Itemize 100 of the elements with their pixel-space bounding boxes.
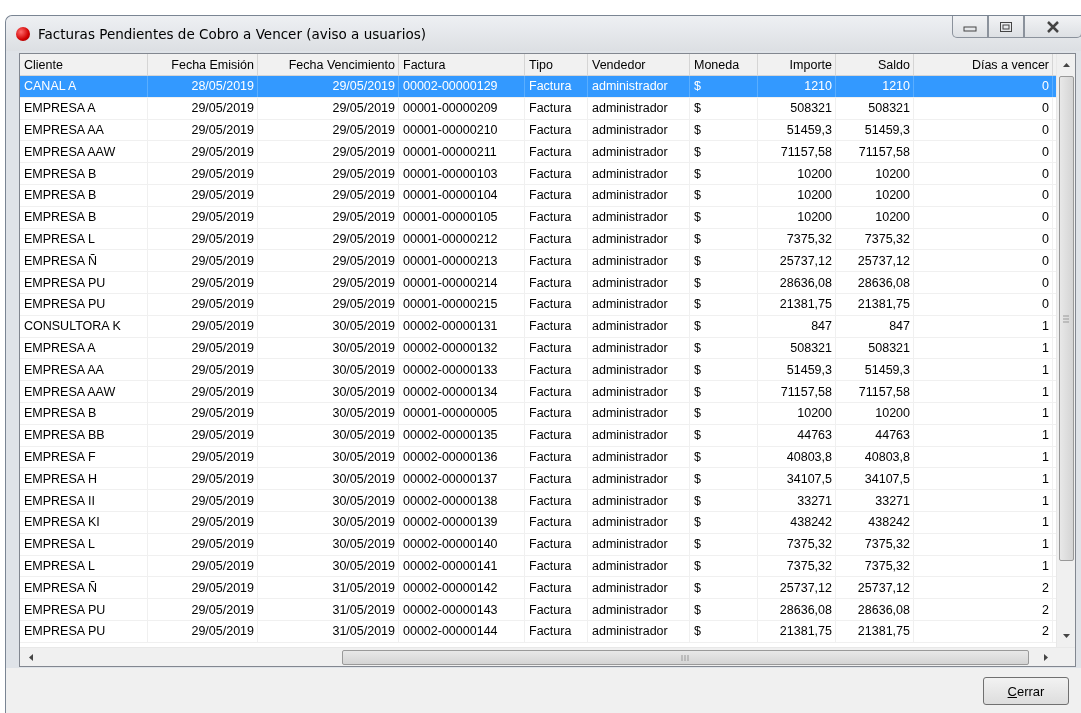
maximize-button[interactable] bbox=[988, 16, 1024, 38]
table-cell: 29/05/2019 bbox=[191, 231, 254, 246]
table-row[interactable]: EMPRESA II 29/05/2019 30/05/2019 00002-00000138 Factura administrador $ 33271 33271 1 bbox=[20, 490, 1056, 512]
table-cell: administrador bbox=[592, 231, 668, 246]
table-cell: 28636,08 bbox=[857, 275, 910, 290]
table-cell: EMPRESA Ñ bbox=[24, 580, 97, 595]
table-row[interactable]: EMPRESA L 29/05/2019 30/05/2019 00002-00000140 Factura administrador $ 7375,32 7375,32 1 bbox=[20, 533, 1056, 556]
table-cell: administrador bbox=[592, 406, 668, 421]
table-cell: CONSULTORA K bbox=[24, 319, 121, 334]
table-cell: 1 bbox=[1042, 428, 1049, 443]
table-cell: 00001-00000211 bbox=[403, 144, 497, 159]
table-cell: EMPRESA II bbox=[24, 493, 95, 508]
table-cell: 00002-00000141 bbox=[403, 558, 498, 573]
column-header[interactable]: Saldo bbox=[836, 54, 914, 75]
table-row[interactable]: EMPRESA B 29/05/2019 29/05/2019 00001-00000103 Factura administrador $ 10200 10200 0 bbox=[20, 163, 1056, 185]
table-row[interactable]: EMPRESA BB 29/05/2019 30/05/2019 00002-00000135 Factura administrador $ 44763 44763 1 bbox=[20, 424, 1056, 447]
grip-icon bbox=[680, 653, 691, 661]
table-row[interactable]: EMPRESA Ñ 29/05/2019 29/05/2019 00001-00000213 Factura administrador $ 25737,12 25737,12 0 bbox=[20, 250, 1056, 273]
table-cell: 00002-00000129 bbox=[403, 79, 498, 94]
table-cell: 29/05/2019 bbox=[191, 210, 254, 225]
table-cell: 1 bbox=[1042, 537, 1049, 552]
table-row[interactable]: EMPRESA AA 29/05/2019 30/05/2019 00002-00000133 Factura administrador $ 51459,3 51459,3 1 bbox=[20, 359, 1056, 382]
table-cell: $ bbox=[694, 624, 701, 639]
table-cell: 29/05/2019 bbox=[191, 624, 254, 639]
table-cell: $ bbox=[694, 362, 701, 377]
table-cell: EMPRESA PU bbox=[24, 624, 106, 639]
table-cell: 1 bbox=[1042, 319, 1049, 334]
table-cell: $ bbox=[694, 166, 701, 181]
table-row[interactable]: EMPRESA PU 29/05/2019 29/05/2019 00001-00000215 Factura administrador $ 21381,75 21381,75 0 bbox=[20, 293, 1056, 316]
table-cell: 10200 bbox=[797, 210, 832, 225]
horizontal-scrollbar[interactable] bbox=[20, 647, 1075, 666]
column-header[interactable]: Importe bbox=[758, 54, 836, 75]
column-header[interactable]: Días a vencer bbox=[914, 54, 1053, 75]
table-cell: 1 bbox=[1042, 384, 1049, 399]
table-cell: 29/05/2019 bbox=[191, 101, 254, 116]
table-row[interactable]: EMPRESA PU 29/05/2019 31/05/2019 00002-00000144 Factura administrador $ 21381,75 21381,75 2 bbox=[20, 620, 1056, 643]
table-row[interactable]: EMPRESA Ñ 29/05/2019 31/05/2019 00002-00000142 Factura administrador $ 25737,12 25737,12 2 bbox=[20, 577, 1056, 600]
table-cell: 30/05/2019 bbox=[332, 406, 395, 421]
table-cell: $ bbox=[694, 471, 701, 486]
table-row[interactable]: EMPRESA PU 29/05/2019 31/05/2019 00002-00000143 Factura administrador $ 28636,08 28636,08 2 bbox=[20, 599, 1056, 621]
table-cell: Factura bbox=[529, 537, 572, 552]
table-row[interactable]: EMPRESA A 29/05/2019 29/05/2019 00001-00000209 Factura administrador $ 508321 508321 0 bbox=[20, 97, 1056, 120]
table-cell: 29/05/2019 bbox=[332, 166, 395, 181]
close-button[interactable]: Cerrar bbox=[983, 677, 1069, 705]
column-header[interactable]: Fecha Emisión bbox=[148, 54, 258, 75]
table-cell: administrador bbox=[592, 362, 668, 377]
table-row[interactable]: EMPRESA AA 29/05/2019 29/05/2019 00001-00000210 Factura administrador $ 51459,3 51459,3 0 bbox=[20, 119, 1056, 142]
close-button[interactable] bbox=[1024, 16, 1081, 38]
table-cell: Factura bbox=[529, 624, 572, 639]
table-cell: administrador bbox=[592, 166, 668, 181]
table-cell: EMPRESA L bbox=[24, 537, 95, 552]
table-cell: Factura bbox=[529, 493, 572, 508]
table-cell: EMPRESA AAW bbox=[24, 384, 116, 399]
column-header[interactable]: Factura bbox=[399, 54, 525, 75]
table-cell: 21381,75 bbox=[857, 297, 910, 312]
table-cell: 0 bbox=[1042, 210, 1049, 225]
table-cell: 00001-00000005 bbox=[403, 406, 498, 421]
table-cell: 00002-00000143 bbox=[403, 602, 498, 617]
table-row[interactable]: EMPRESA AAW 29/05/2019 30/05/2019 00002-00000134 Factura administrador $ 71157,58 71157,58 1 bbox=[20, 381, 1056, 403]
table-cell: 30/05/2019 bbox=[332, 319, 395, 334]
close-icon bbox=[1045, 20, 1061, 33]
table-cell: Factura bbox=[529, 297, 572, 312]
table-cell: 33271 bbox=[875, 493, 910, 508]
table-cell: EMPRESA KI bbox=[24, 515, 100, 530]
column-header[interactable]: Fecha Vencimiento bbox=[258, 54, 399, 75]
table-row[interactable]: EMPRESA AAW 29/05/2019 29/05/2019 00001-00000211 Factura administrador $ 71157,58 71157,58 0 bbox=[20, 141, 1056, 164]
table-cell: administrador bbox=[592, 79, 668, 94]
column-header[interactable]: Tipo bbox=[525, 54, 588, 75]
table-row[interactable]: EMPRESA H 29/05/2019 30/05/2019 00002-00000137 Factura administrador $ 34107,5 34107,5 1 bbox=[20, 468, 1056, 491]
table-cell: 29/05/2019 bbox=[191, 384, 254, 399]
table-cell: 2 bbox=[1042, 580, 1049, 595]
column-header[interactable]: Moneda bbox=[690, 54, 758, 75]
table-row[interactable]: EMPRESA A 29/05/2019 30/05/2019 00002-00000132 Factura administrador $ 508321 508321 1 bbox=[20, 337, 1056, 360]
vertical-scrollbar[interactable] bbox=[1056, 54, 1075, 647]
table-row[interactable]: EMPRESA B 29/05/2019 29/05/2019 00001-00000105 Factura administrador $ 10200 10200 0 bbox=[20, 206, 1056, 229]
table-row[interactable]: EMPRESA PU 29/05/2019 29/05/2019 00001-00000214 Factura administrador $ 28636,08 28636,08 0 bbox=[20, 272, 1056, 294]
table-row[interactable]: EMPRESA B 29/05/2019 29/05/2019 00001-00000104 Factura administrador $ 10200 10200 0 bbox=[20, 185, 1056, 207]
table-cell: 10200 bbox=[875, 210, 910, 225]
table-row[interactable]: EMPRESA F 29/05/2019 30/05/2019 00002-00000136 Factura administrador $ 40803,8 40803,8 1 bbox=[20, 446, 1056, 469]
table-cell: 00001-00000104 bbox=[403, 188, 498, 203]
table-cell: 2 bbox=[1042, 602, 1049, 617]
table-row[interactable]: EMPRESA B 29/05/2019 30/05/2019 00001-00000005 Factura administrador $ 10200 10200 1 bbox=[20, 402, 1056, 425]
table-cell: 10200 bbox=[875, 166, 910, 181]
column-header[interactable]: Vendedor bbox=[588, 54, 690, 75]
table-cell: Factura bbox=[529, 79, 572, 94]
table-row[interactable]: EMPRESA L 29/05/2019 30/05/2019 00002-00000141 Factura administrador $ 7375,32 7375,32 1 bbox=[20, 555, 1056, 578]
table-cell: $ bbox=[694, 558, 701, 573]
table-cell: Factura bbox=[529, 231, 572, 246]
table-cell: 29/05/2019 bbox=[191, 449, 254, 464]
table-row[interactable]: CONSULTORA K 29/05/2019 30/05/2019 00002-00000131 Factura administrador $ 847 847 1 bbox=[20, 315, 1056, 338]
column-header[interactable]: Cliente bbox=[20, 54, 148, 75]
table-cell: 25737,12 bbox=[857, 253, 910, 268]
table-cell: administrador bbox=[592, 123, 668, 137]
table-cell: 1 bbox=[1042, 493, 1049, 508]
table-cell: 25737,12 bbox=[857, 580, 910, 595]
table-cell: 00002-00000142 bbox=[403, 580, 498, 595]
table-cell: 29/05/2019 bbox=[332, 123, 395, 137]
table-row[interactable]: EMPRESA L 29/05/2019 29/05/2019 00001-00000212 Factura administrador $ 7375,32 7375,32 0 bbox=[20, 228, 1056, 251]
table-cell: 30/05/2019 bbox=[332, 537, 395, 552]
table-row[interactable]: EMPRESA KI 29/05/2019 30/05/2019 00002-00000139 Factura administrador $ 438242 438242 1 bbox=[20, 511, 1056, 534]
